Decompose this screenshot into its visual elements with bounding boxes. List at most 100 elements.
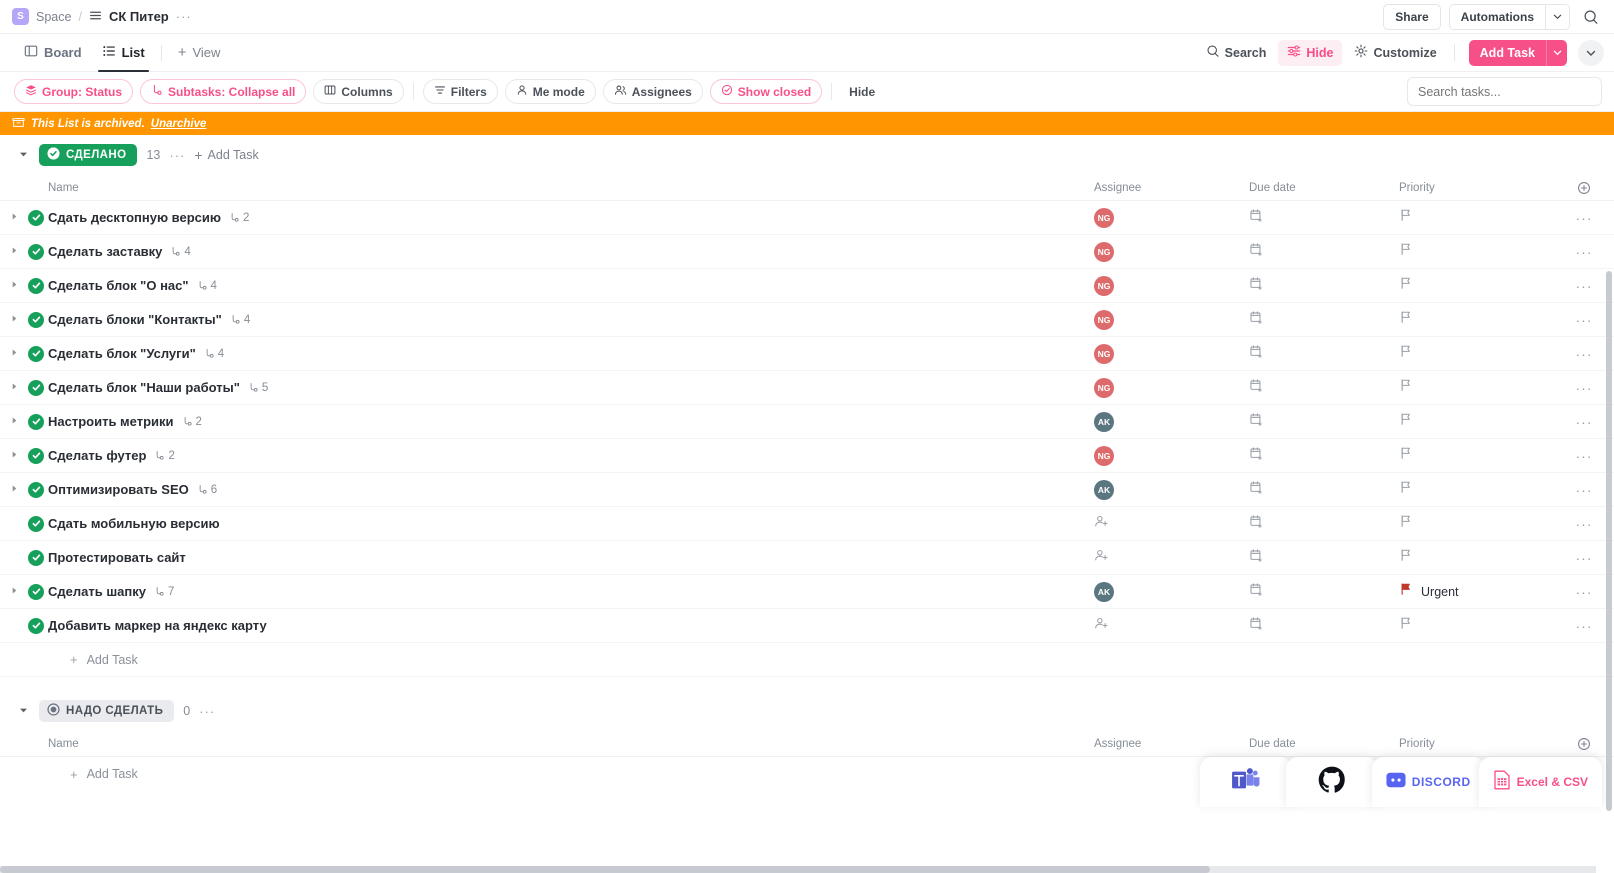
task-status-toggle[interactable] xyxy=(28,583,44,600)
expand-task-caret-icon[interactable] xyxy=(10,314,22,325)
task-more-icon[interactable]: ··· xyxy=(1554,584,1614,600)
priority-flag-icon[interactable] xyxy=(1399,344,1413,363)
task-more-icon[interactable]: ··· xyxy=(1554,516,1614,532)
integration-card-discord[interactable]: DISCORD xyxy=(1371,757,1485,807)
task-name[interactable]: Добавить маркер на яндекс карту xyxy=(48,618,267,633)
assignee-cell[interactable]: NG xyxy=(1094,445,1249,466)
task-more-icon[interactable]: ··· xyxy=(1554,482,1614,498)
group-more-icon[interactable]: ··· xyxy=(169,148,185,163)
priority-flag-icon[interactable] xyxy=(1399,412,1413,431)
subtask-count[interactable]: 2 xyxy=(229,212,249,224)
expand-task-caret-icon[interactable] xyxy=(10,450,22,461)
unarchive-link[interactable]: Unarchive xyxy=(151,118,207,130)
chip-filters[interactable]: Filters xyxy=(422,79,498,104)
column-header-priority[interactable]: Priority xyxy=(1399,182,1554,194)
task-status-toggle[interactable] xyxy=(28,413,44,430)
avatar[interactable]: NG xyxy=(1094,377,1114,398)
task-name[interactable]: Сделать блок "О нас" xyxy=(48,278,189,293)
chip-subtasks[interactable]: Subtasks: Collapse all xyxy=(140,79,307,104)
page-title[interactable]: СК Питер xyxy=(109,9,169,24)
global-search-icon[interactable] xyxy=(1578,4,1604,30)
table-row[interactable]: Сделать блок "Наши работы" 5 NG ··· xyxy=(0,371,1614,405)
priority-cell[interactable] xyxy=(1399,446,1554,465)
task-status-toggle[interactable] xyxy=(28,277,44,294)
group-status-badge-todo[interactable]: НАДО СДЕЛАТЬ xyxy=(39,700,175,722)
add-assignee-icon[interactable] xyxy=(1094,548,1109,568)
priority-flag-icon[interactable] xyxy=(1399,616,1413,635)
vertical-scrollbar[interactable] xyxy=(1606,271,1612,811)
task-status-toggle[interactable] xyxy=(28,379,44,396)
due-date-cell[interactable] xyxy=(1249,276,1399,296)
task-status-toggle[interactable] xyxy=(28,617,44,634)
due-date-cell[interactable] xyxy=(1249,208,1399,228)
table-row[interactable]: Сделать блок "Услуги" 4 NG ··· xyxy=(0,337,1614,371)
column-header-priority[interactable]: Priority xyxy=(1399,738,1554,750)
group-add-task-button[interactable]: + Add Task xyxy=(194,147,258,163)
breadcrumb-more-icon[interactable]: ··· xyxy=(176,9,192,24)
column-header-assignee[interactable]: Assignee xyxy=(1094,738,1249,750)
due-date-cell[interactable] xyxy=(1249,616,1399,636)
horizontal-scrollbar-thumb[interactable] xyxy=(0,866,1210,873)
calendar-add-icon[interactable] xyxy=(1249,344,1264,364)
task-name[interactable]: Сделать блоки "Контакты" xyxy=(48,312,222,327)
assignee-cell[interactable]: AK xyxy=(1094,479,1249,500)
priority-flag-icon[interactable] xyxy=(1399,480,1413,499)
due-date-cell[interactable] xyxy=(1249,582,1399,602)
table-row[interactable]: Сдать десктопную версию 2 NG ··· xyxy=(0,201,1614,235)
priority-cell[interactable] xyxy=(1399,276,1554,295)
calendar-add-icon[interactable] xyxy=(1249,310,1264,330)
tab-board[interactable]: Board xyxy=(14,34,92,72)
group-more-icon[interactable]: ··· xyxy=(199,704,215,719)
chip-group-status[interactable]: Group: Status xyxy=(14,79,133,104)
calendar-add-icon[interactable] xyxy=(1249,514,1264,534)
chip-me-mode[interactable]: Me mode xyxy=(504,79,596,104)
search-tasks-input[interactable] xyxy=(1407,77,1602,106)
column-header-due-date[interactable]: Due date xyxy=(1249,738,1399,750)
share-button[interactable]: Share xyxy=(1383,3,1441,30)
group-status-badge-done[interactable]: СДЕЛАНО xyxy=(39,144,138,166)
priority-flag-icon[interactable] xyxy=(1399,378,1413,397)
avatar[interactable]: AK xyxy=(1094,411,1114,432)
integration-card-github[interactable] xyxy=(1285,757,1378,807)
expand-task-caret-icon[interactable] xyxy=(10,586,22,597)
subtask-count[interactable]: 4 xyxy=(204,348,224,360)
task-more-icon[interactable]: ··· xyxy=(1554,414,1614,430)
add-task-chevron-down-icon[interactable] xyxy=(1546,39,1567,66)
chip-columns[interactable]: Columns xyxy=(313,79,404,104)
priority-flag-icon[interactable] xyxy=(1399,276,1413,295)
assignee-cell[interactable]: AK xyxy=(1094,581,1249,602)
subtask-count[interactable]: 4 xyxy=(170,246,191,258)
due-date-cell[interactable] xyxy=(1249,514,1399,534)
assignee-cell[interactable]: NG xyxy=(1094,343,1249,364)
priority-cell[interactable] xyxy=(1399,548,1554,567)
group-collapse-caret-icon[interactable] xyxy=(18,705,30,718)
group-collapse-caret-icon[interactable] xyxy=(18,149,30,162)
subtask-count[interactable]: 2 xyxy=(154,450,175,462)
subtask-count[interactable]: 4 xyxy=(230,314,250,326)
task-name[interactable]: Настроить метрики xyxy=(48,414,174,429)
add-assignee-icon[interactable] xyxy=(1094,616,1109,636)
expand-task-caret-icon[interactable] xyxy=(10,246,22,257)
priority-cell[interactable] xyxy=(1399,480,1554,499)
task-status-toggle[interactable] xyxy=(28,243,44,260)
task-name[interactable]: Сдать десктопную версию xyxy=(48,210,221,225)
task-name[interactable]: Сделать блок "Услуги" xyxy=(48,346,196,361)
task-more-icon[interactable]: ··· xyxy=(1554,448,1614,464)
assignee-cell[interactable]: NG xyxy=(1094,241,1249,262)
calendar-add-icon[interactable] xyxy=(1249,378,1264,398)
integration-card-excel[interactable]: Excel & CSV xyxy=(1478,757,1602,807)
due-date-cell[interactable] xyxy=(1249,242,1399,262)
table-row[interactable]: Настроить метрики 2 AK ··· xyxy=(0,405,1614,439)
avatar[interactable]: NG xyxy=(1094,241,1114,262)
calendar-add-icon[interactable] xyxy=(1249,480,1264,500)
assignee-cell[interactable]: NG xyxy=(1094,377,1249,398)
table-row[interactable]: Сделать заставку 4 NG ··· xyxy=(0,235,1614,269)
expand-task-caret-icon[interactable] xyxy=(10,348,22,359)
add-column-button[interactable] xyxy=(1554,181,1614,195)
column-header-due-date[interactable]: Due date xyxy=(1249,182,1399,194)
task-more-icon[interactable]: ··· xyxy=(1554,550,1614,566)
add-column-button[interactable] xyxy=(1554,737,1614,751)
assignee-cell[interactable] xyxy=(1094,616,1249,636)
calendar-add-icon[interactable] xyxy=(1249,276,1264,296)
hide-filters-button[interactable]: Hide xyxy=(841,85,883,99)
